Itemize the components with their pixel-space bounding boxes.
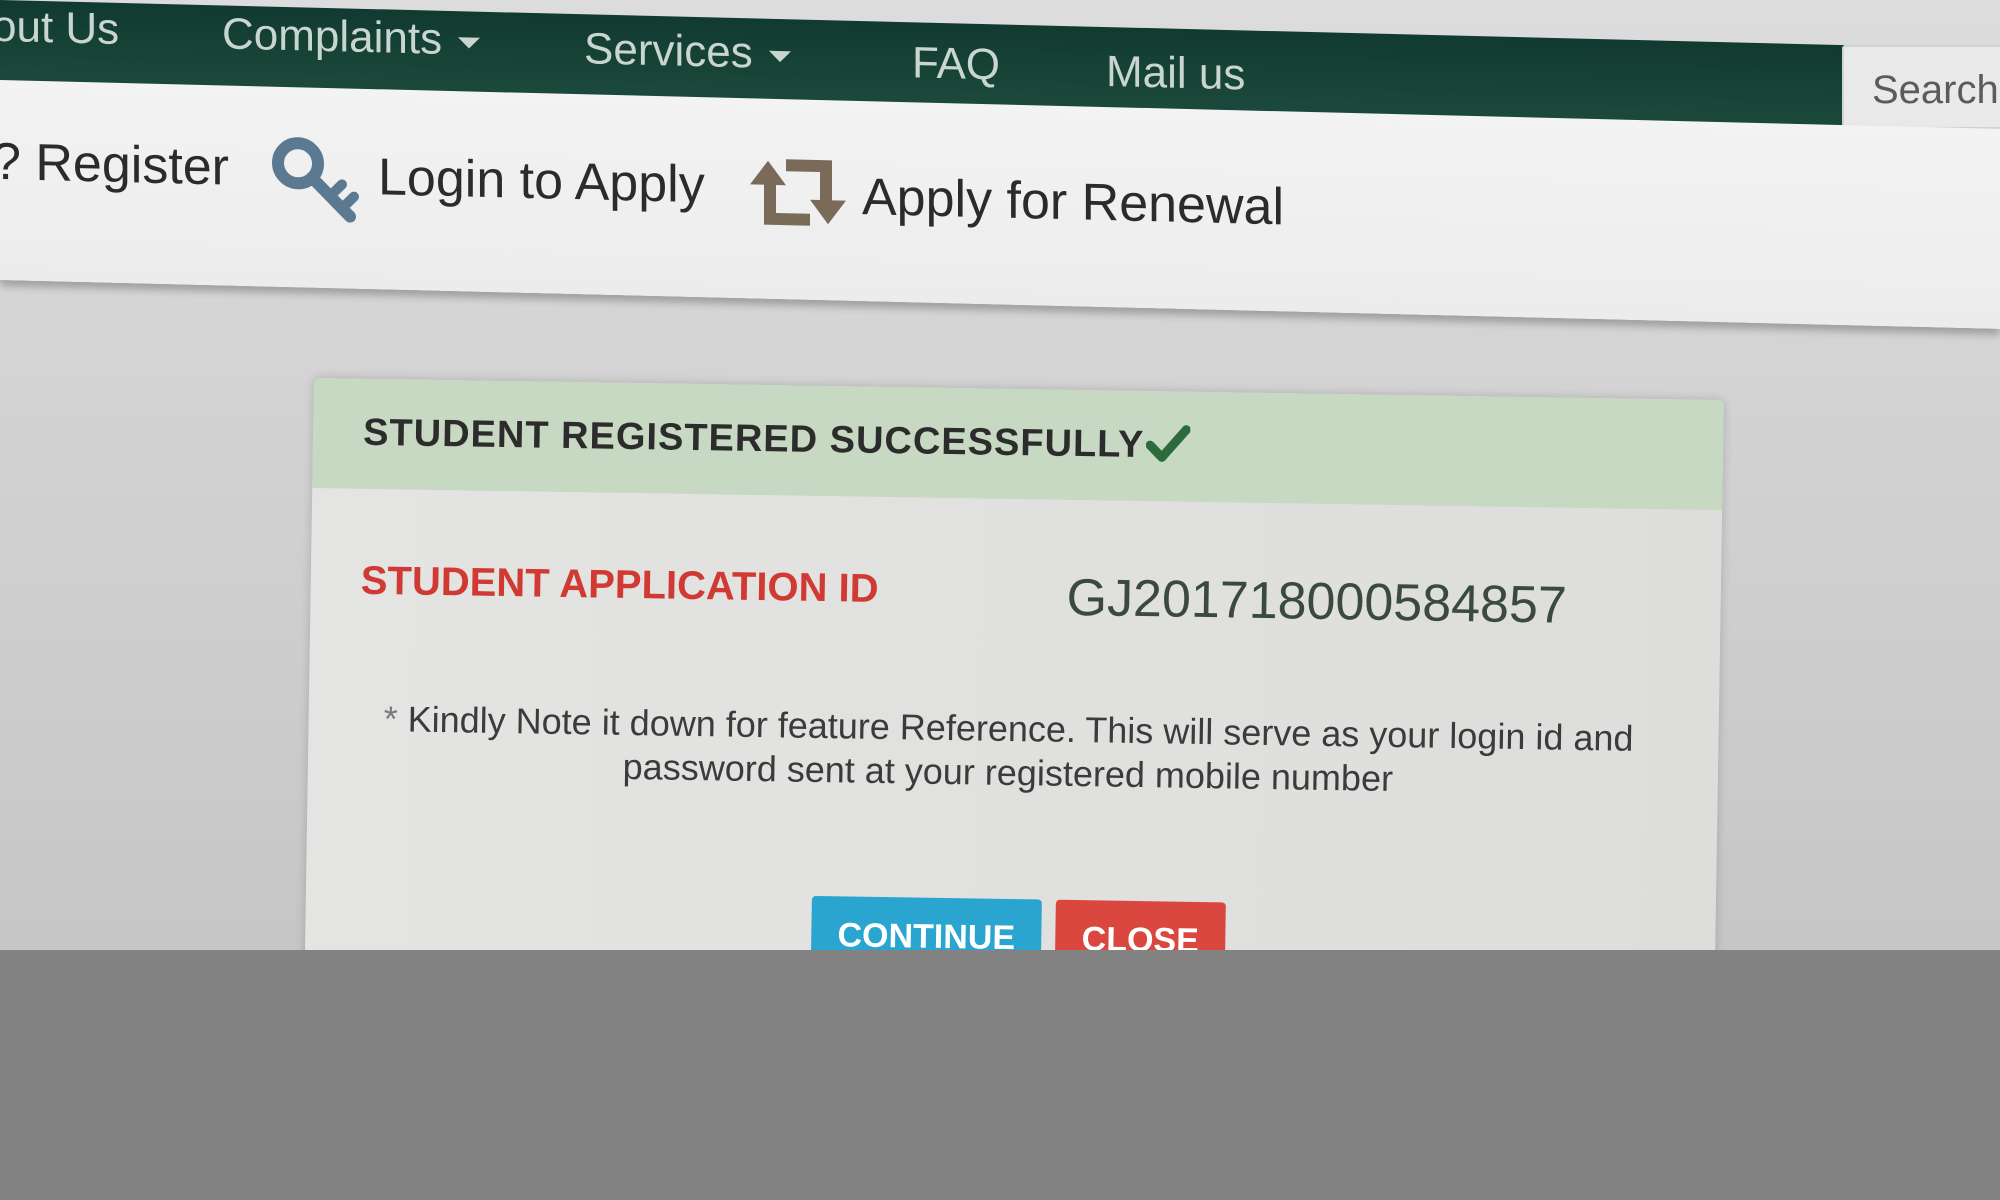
application-id-value: GJ201718000584857 xyxy=(1066,568,1568,635)
nav-item-mail-us[interactable]: Mail us xyxy=(1106,47,1245,100)
login-to-apply-link[interactable]: Login to Apply xyxy=(378,147,705,215)
note-asterisk: * xyxy=(383,698,398,740)
registration-success-dialog: STUDENT REGISTERED SUCCESSFULLY STUDENT … xyxy=(303,378,1724,950)
nav-item-faq[interactable]: FAQ xyxy=(912,38,1000,90)
caret-down-icon xyxy=(458,37,481,49)
register-link[interactable]: ? Register xyxy=(0,132,229,198)
apply-for-renewal-label: Apply for Renewal xyxy=(862,168,1284,237)
register-label: ? Register xyxy=(0,132,229,197)
close-button[interactable]: CLOSE xyxy=(1054,899,1226,950)
application-id-label: STUDENT APPLICATION ID xyxy=(360,558,879,611)
screen-photo: out Us Complaints Services FAQ Mail us ?… xyxy=(0,0,2000,950)
key-icon xyxy=(272,137,359,223)
search-box xyxy=(1842,45,2000,129)
blank-gray-area xyxy=(0,950,2000,1200)
dialog-title: STUDENT REGISTERED SUCCESSFULLY xyxy=(363,411,1191,468)
nav-item-complaints[interactable]: Complaints xyxy=(222,9,481,65)
checkmark-icon xyxy=(1146,425,1191,462)
nav-item-label: Complaints xyxy=(222,9,443,64)
nav-item-label: Mail us xyxy=(1106,47,1246,100)
note-text: * Kindly Note it down for feature Refere… xyxy=(348,697,1669,806)
apply-for-renewal-link[interactable]: Apply for Renewal xyxy=(862,167,1284,237)
nav-item-label: out Us xyxy=(0,1,120,54)
search-input[interactable] xyxy=(1870,67,2000,114)
nav-item-about-us[interactable]: out Us xyxy=(0,2,119,55)
continue-button[interactable]: CONTINUE xyxy=(810,895,1042,950)
nav-item-label: Services xyxy=(584,24,753,78)
nav-item-services[interactable]: Services xyxy=(584,24,791,79)
dialog-title-text: STUDENT REGISTERED SUCCESSFULLY xyxy=(362,411,1145,467)
dialog-header: STUDENT REGISTERED SUCCESSFULLY xyxy=(312,378,1724,511)
nav-item-label: FAQ xyxy=(912,38,1001,90)
renew-arrows-icon xyxy=(750,159,846,226)
note-body: Kindly Note it down for feature Referenc… xyxy=(407,698,1634,799)
caret-down-icon xyxy=(768,50,791,63)
login-to-apply-label: Login to Apply xyxy=(378,148,705,215)
